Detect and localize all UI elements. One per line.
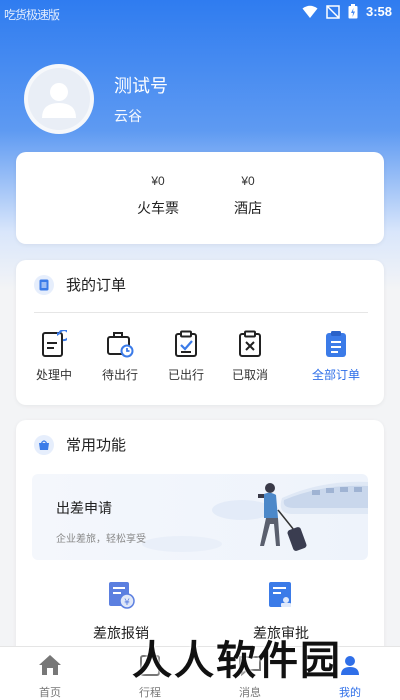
functions-title: 常用功能 <box>66 437 127 454</box>
order-all[interactable]: 全部订单 <box>306 330 366 383</box>
processing-doc-icon <box>42 330 67 357</box>
avatar[interactable] <box>24 64 94 134</box>
status-bar: 吃货极速版 3:58 <box>0 0 400 28</box>
orders-list-icon <box>34 274 54 295</box>
hotel-label: 酒店 <box>234 200 262 216</box>
travel-application-banner[interactable]: 出差申请 企业差旅，轻松享受 <box>32 474 368 560</box>
order-processing[interactable]: 处理中 <box>24 330 84 383</box>
banner-title: 出差申请 <box>56 500 112 516</box>
common-functions-card: 常用功能 出差申请 企业差旅，轻松享受 ¥ 差旅报销 差旅审批 <box>16 420 384 660</box>
user-name: 测试号 <box>114 76 168 96</box>
wallet-hotel[interactable]: ¥0 酒店 <box>208 174 288 218</box>
wifi-icon <box>302 5 318 18</box>
orders-title: 我的订单 <box>66 277 127 294</box>
user-profile[interactable]: 测试号 云谷 <box>24 64 168 134</box>
suitcase-clock-icon <box>107 332 134 358</box>
order-cancelled-label: 已取消 <box>231 368 268 382</box>
my-orders-card: 我的订单 处理中 待出行 已出行 已取消 全部订单 <box>16 260 384 405</box>
banner-subtitle: 企业差旅，轻松享受 <box>56 534 146 545</box>
order-cancelled[interactable]: 已取消 <box>220 330 280 383</box>
tab-home-label: 首页 <box>39 687 61 699</box>
all-orders-icon <box>326 331 346 357</box>
watermark-text: 人人软件园 <box>132 638 342 684</box>
functions-basket-icon <box>34 434 54 455</box>
tab-itinerary-label: 行程 <box>139 687 161 699</box>
clipboard-check-icon <box>175 330 197 357</box>
battery-icon <box>348 4 358 19</box>
home-icon <box>39 655 61 675</box>
order-pending-travel-label: 待出行 <box>101 368 138 382</box>
order-processing-label: 处理中 <box>35 368 72 382</box>
order-all-label: 全部订单 <box>311 368 360 382</box>
no-signal-icon <box>326 4 340 19</box>
profile-header-background <box>0 0 400 290</box>
hotel-amount: ¥0 <box>241 174 255 188</box>
clipboard-x-icon <box>239 330 261 357</box>
svg-text:¥: ¥ <box>124 598 130 608</box>
train-amount: ¥0 <box>151 174 165 188</box>
order-traveled-label: 已出行 <box>167 368 204 382</box>
wallet-card: ¥0 火车票 ¥0 酒店 <box>16 152 384 244</box>
tab-messages-label: 消息 <box>239 687 261 699</box>
status-time: 3:58 <box>365 4 392 19</box>
approval-icon <box>269 582 291 607</box>
orders-divider <box>34 312 368 313</box>
tab-home[interactable]: 首页 <box>20 653 80 700</box>
order-pending-travel[interactable]: 待出行 <box>90 330 150 383</box>
tab-mine-label: 我的 <box>339 687 361 699</box>
wallet-train[interactable]: ¥0 火车票 <box>118 174 198 218</box>
train-label: 火车票 <box>137 200 179 216</box>
reimbursement-icon: ¥ <box>109 582 135 609</box>
company-name: 云谷 <box>114 108 142 124</box>
order-traveled[interactable]: 已出行 <box>156 330 216 383</box>
user-avatar-icon <box>42 83 76 118</box>
status-app-label: 吃货极速版 <box>4 8 60 22</box>
